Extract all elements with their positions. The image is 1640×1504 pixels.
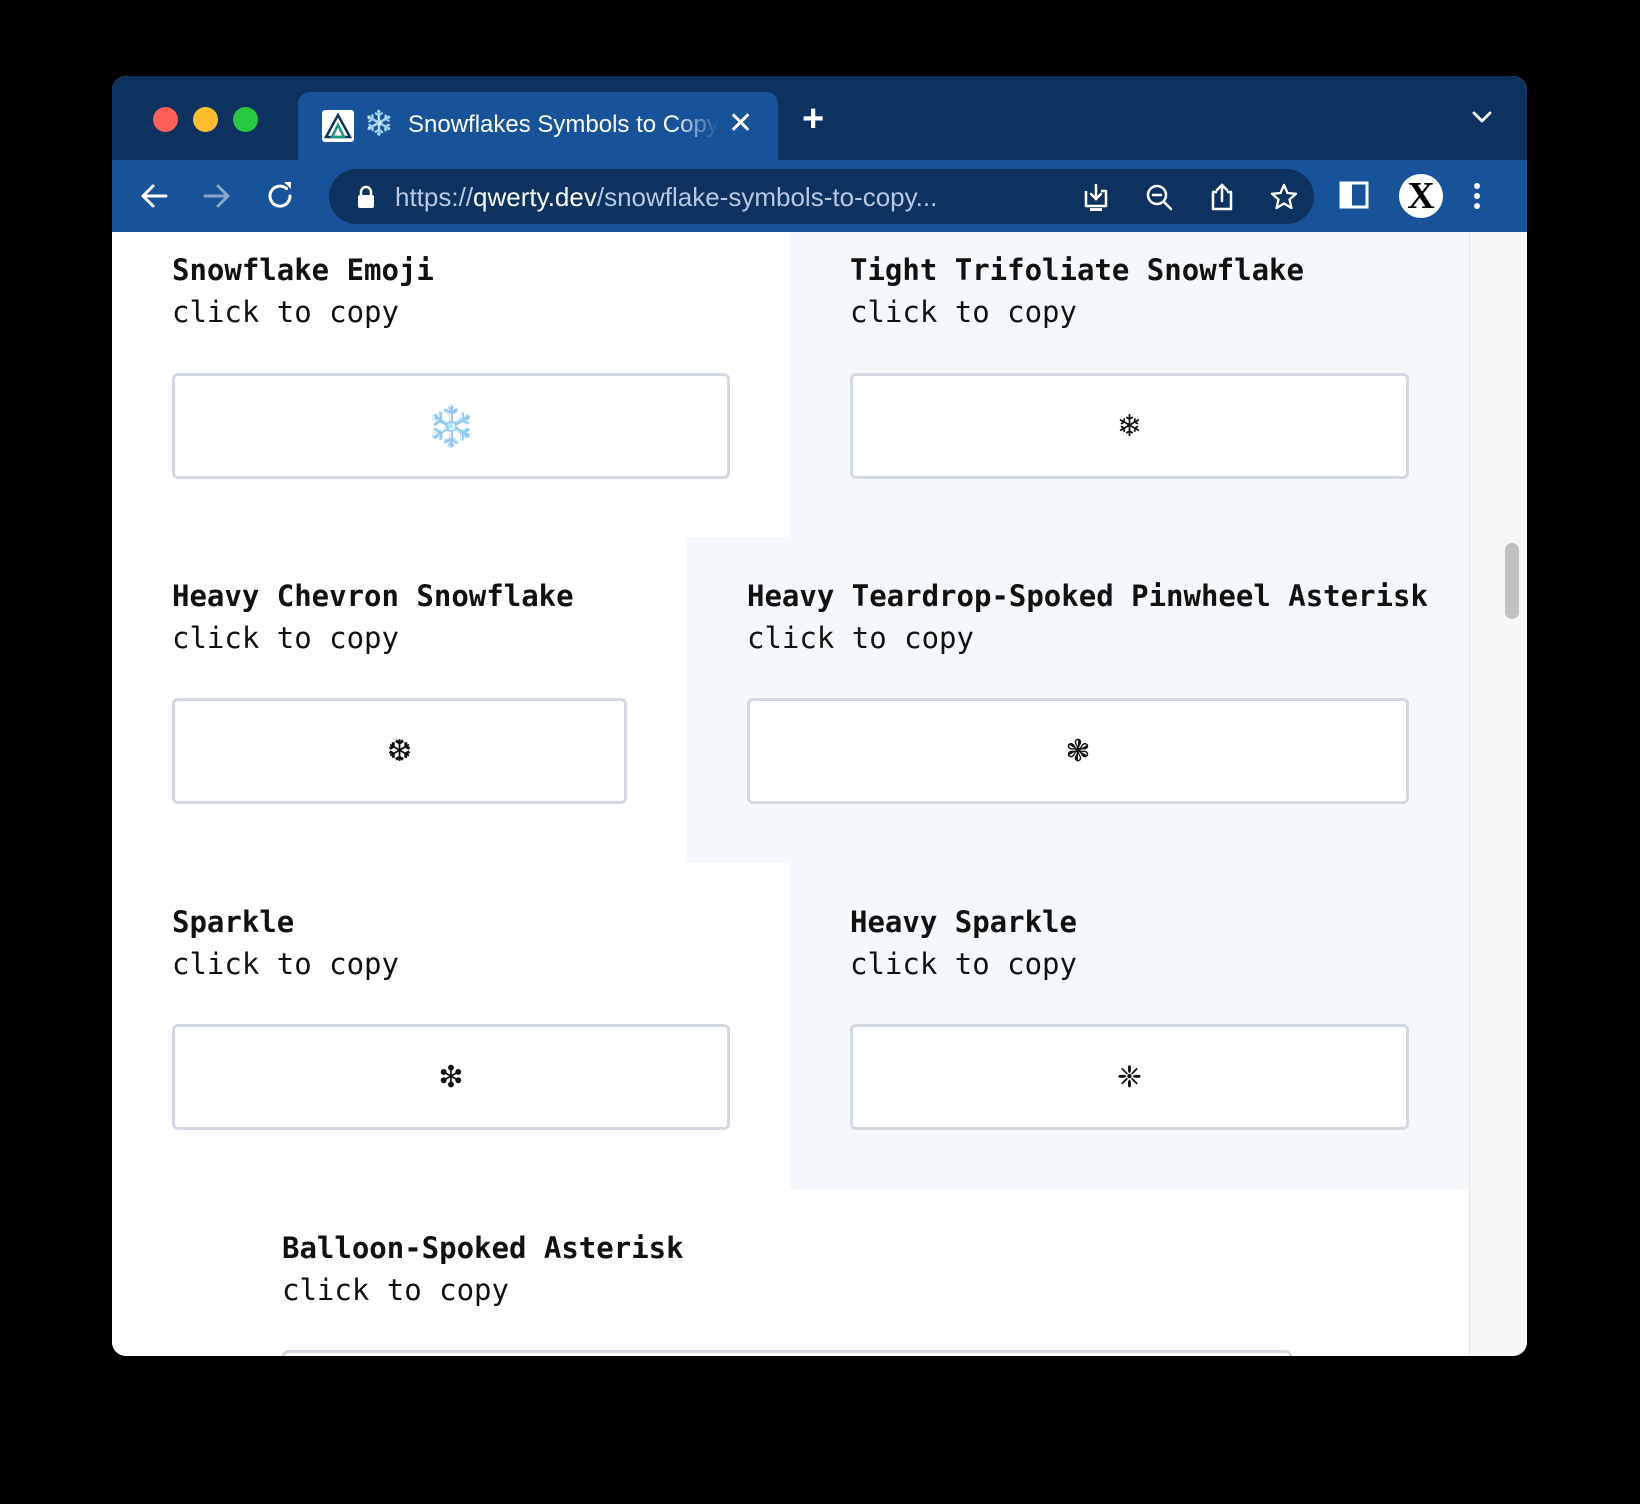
tab-title: Snowflakes Symbols to Copy — [408, 111, 718, 138]
card-title: Heavy Teardrop-Spoked Pinwheel Asterisk — [747, 579, 1428, 613]
symbol-card: Sparkle click to copy — [172, 902, 399, 984]
browser-toolbar: https://qwerty.dev/snowflake-symbols-to-… — [112, 160, 1527, 232]
more-menu-icon[interactable] — [1472, 178, 1482, 214]
copy-symbol-button[interactable]: ❄️ — [172, 373, 730, 479]
active-tab[interactable]: ❄️ Snowflakes Symbols to Copy ✕ — [298, 92, 778, 160]
copy-symbol-button[interactable]: ❈ — [850, 1024, 1409, 1130]
card-title: Heavy Sparkle — [850, 905, 1077, 939]
copy-symbol-button[interactable]: ❄ — [850, 373, 1409, 479]
reload-icon[interactable] — [262, 178, 298, 214]
card-title: Sparkle — [172, 905, 295, 939]
zoom-window-button[interactable] — [233, 107, 258, 132]
symbol-card: Balloon-Spoked Asterisk click to copy — [282, 1228, 684, 1310]
share-icon[interactable] — [1207, 182, 1237, 212]
bookmark-star-icon[interactable] — [1269, 182, 1299, 212]
minimize-window-button[interactable] — [193, 107, 218, 132]
url-path: /snowflake-symbols-to-copy... — [596, 182, 938, 212]
address-bar[interactable]: https://qwerty.dev/snowflake-symbols-to-… — [329, 169, 1314, 224]
copy-symbol-button[interactable]: ❃ — [747, 698, 1409, 804]
tab-strip: ❄️ Snowflakes Symbols to Copy ✕ + — [112, 76, 1527, 160]
install-app-icon[interactable] — [1081, 182, 1111, 212]
side-panel-icon[interactable] — [1336, 177, 1372, 213]
copy-symbol-button[interactable] — [282, 1350, 1292, 1356]
tab-snowflake-icon: ❄️ — [364, 110, 394, 137]
close-window-button[interactable] — [153, 107, 178, 132]
symbol-card: Snowflake Emoji click to copy — [172, 250, 434, 332]
page-content: Snowflake Emoji click to copy ❄️ Tight T… — [112, 232, 1469, 1356]
card-title: Snowflake Emoji — [172, 253, 434, 287]
scrollbar-thumb[interactable] — [1505, 543, 1519, 619]
symbol-card: Heavy Sparkle click to copy — [850, 902, 1077, 984]
chevron-down-icon[interactable] — [1467, 102, 1497, 132]
card-title: Heavy Chevron Snowflake — [172, 579, 574, 613]
forward-arrow-icon[interactable] — [199, 178, 235, 214]
url-text[interactable]: https://qwerty.dev/snowflake-symbols-to-… — [395, 181, 1045, 213]
symbol-card: Tight Trifoliate Snowflake click to copy — [850, 250, 1304, 332]
click-to-copy-label: click to copy — [747, 621, 974, 655]
zoom-icon[interactable] — [1144, 182, 1174, 212]
vertical-scrollbar[interactable] — [1469, 232, 1527, 1356]
click-to-copy-label: click to copy — [172, 295, 399, 329]
copy-symbol-button[interactable]: ❇ — [172, 1024, 730, 1130]
profile-avatar[interactable]: X — [1399, 174, 1443, 218]
browser-window: ❄️ Snowflakes Symbols to Copy ✕ + https:… — [112, 76, 1527, 1356]
card-title: Tight Trifoliate Snowflake — [850, 253, 1304, 287]
click-to-copy-label: click to copy — [172, 947, 399, 981]
click-to-copy-label: click to copy — [172, 621, 399, 655]
site-favicon-icon — [322, 110, 354, 142]
card-title: Balloon-Spoked Asterisk — [282, 1231, 684, 1265]
click-to-copy-label: click to copy — [282, 1273, 509, 1307]
symbol-card: Heavy Teardrop-Spoked Pinwheel Asterisk … — [747, 576, 1428, 658]
new-tab-button[interactable]: + — [802, 100, 824, 138]
symbol-card: Heavy Chevron Snowflake click to copy — [172, 576, 574, 658]
close-tab-icon[interactable]: ✕ — [728, 107, 753, 141]
click-to-copy-label: click to copy — [850, 295, 1077, 329]
lock-icon[interactable] — [355, 185, 377, 209]
url-host: qwerty.dev — [473, 182, 597, 212]
copy-symbol-button[interactable]: ❆ — [172, 698, 627, 804]
back-arrow-icon[interactable] — [136, 178, 172, 214]
url-scheme: https:// — [395, 182, 474, 212]
click-to-copy-label: click to copy — [850, 947, 1077, 981]
